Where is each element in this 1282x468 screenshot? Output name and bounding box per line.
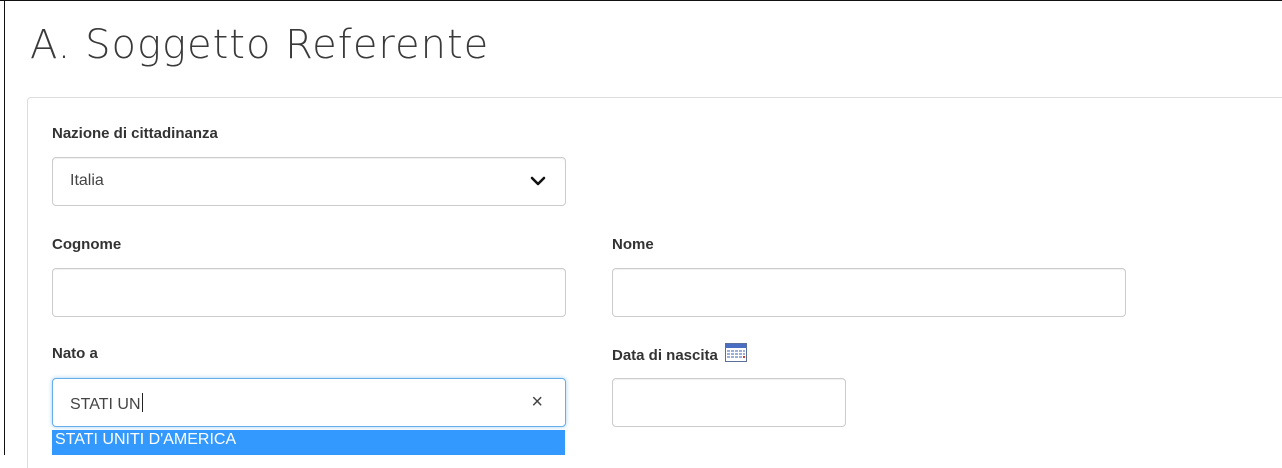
cognome-label: Cognome [52,236,122,253]
nazione-select[interactable]: Italia [52,157,566,206]
window-border-left [4,0,5,455]
cognome-input[interactable] [52,268,566,317]
autocomplete-option[interactable]: STATI UNITI D'AMERICA [52,430,565,455]
chevron-down-icon [530,176,546,186]
close-icon[interactable]: × [531,392,543,412]
nato-a-label: Nato a [52,345,98,362]
data-nascita-input[interactable] [612,378,846,427]
text-cursor [141,393,143,412]
nazione-label: Nazione di cittadinanza [52,125,218,142]
nato-a-input[interactable]: STATI UN × [52,378,566,427]
nome-label: Nome [612,236,654,253]
window-border-top [0,0,1282,1]
nazione-selected-value: Italia [70,172,104,189]
page-title: A. Soggetto Referente [30,22,490,68]
calendar-icon[interactable] [725,343,748,362]
data-nascita-label: Data di nascita [612,347,718,364]
nato-a-value: STATI UN [70,393,143,414]
data-nascita-label-group: Data di nascita [612,343,748,364]
nome-input[interactable] [612,268,1126,317]
